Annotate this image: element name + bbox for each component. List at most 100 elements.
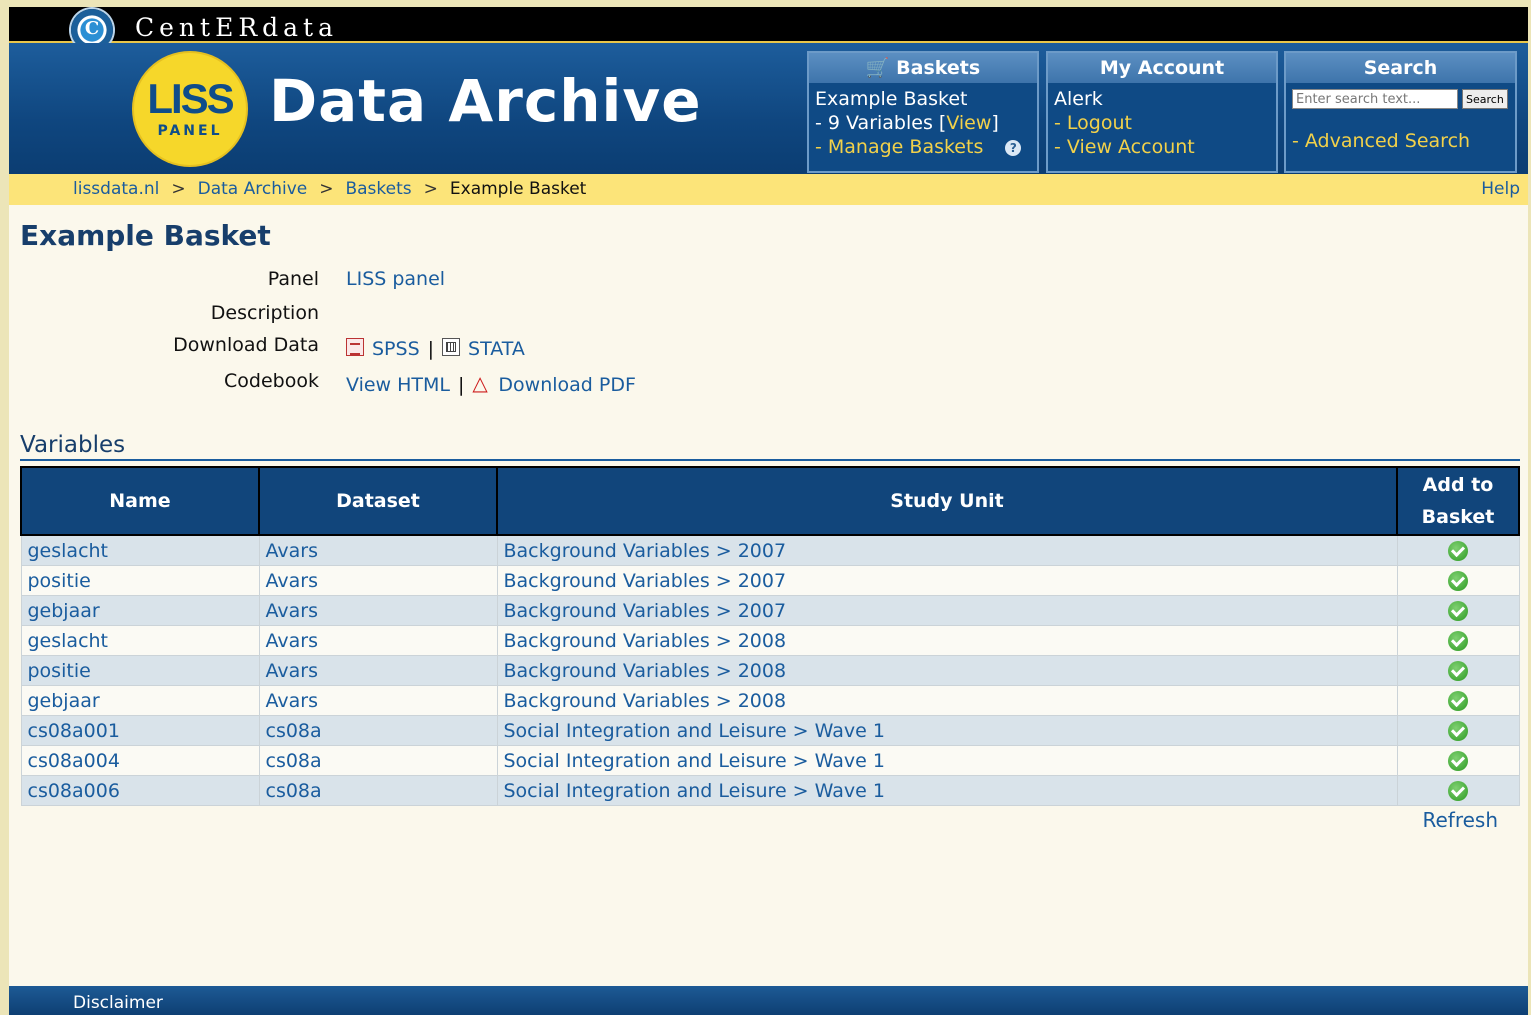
spss-file-icon[interactable] (346, 338, 364, 356)
dataset-link[interactable]: cs08a (266, 720, 322, 742)
check-icon[interactable] (1448, 571, 1468, 591)
variable-name-link[interactable]: gebjaar (28, 600, 100, 622)
view-basket-link[interactable]: View (946, 112, 991, 134)
view-account-link[interactable]: - View Account (1054, 135, 1270, 159)
table-cell: Avars (258, 685, 498, 716)
study-unit-link[interactable]: Social Integration and Leisure > Wave 1 (504, 750, 885, 772)
codebook-label: Codebook (224, 370, 319, 392)
check-icon[interactable] (1448, 751, 1468, 771)
dataset-link[interactable]: Avars (266, 660, 318, 682)
dataset-link[interactable]: cs08a (266, 780, 322, 802)
breadcrumb: lissdata.nl > Data Archive > Baskets > Example… (73, 174, 586, 205)
liss-panel-logo[interactable]: LISS PANEL (134, 53, 246, 165)
check-icon[interactable] (1448, 661, 1468, 681)
liss-logo-subtext: PANEL (157, 123, 223, 139)
study-unit-link[interactable]: Background Variables > 2007 (504, 570, 787, 592)
table-cell (1396, 715, 1520, 746)
check-icon[interactable] (1448, 541, 1468, 561)
check-icon[interactable] (1448, 631, 1468, 651)
manage-baskets-link[interactable]: - Manage Baskets (815, 136, 983, 158)
search-panel-title: Search (1286, 53, 1515, 83)
breadcrumb-current: Example Basket (449, 179, 587, 199)
codebook-links: View HTML | △ Download PDF (346, 373, 636, 396)
study-unit-link[interactable]: Social Integration and Leisure > Wave 1 (504, 720, 885, 742)
refresh-link[interactable]: Refresh (1422, 808, 1498, 832)
table-cell: cs08a004 (20, 745, 260, 776)
baskets-panel-title: Baskets (896, 57, 981, 79)
variable-name-link[interactable]: cs08a004 (28, 750, 120, 772)
centerdata-logo-letter: C (84, 18, 100, 39)
table-cell: Background Variables > 2008 (496, 625, 1398, 656)
study-unit-link[interactable]: Background Variables > 2008 (504, 690, 787, 712)
basket-icon: 🛒 (865, 57, 890, 79)
breadcrumb-baskets[interactable]: Baskets (345, 179, 411, 199)
check-icon[interactable] (1448, 721, 1468, 741)
table-cell: gebjaar (20, 595, 260, 626)
description-label: Description (210, 302, 319, 324)
page-title: Example Basket (20, 219, 271, 252)
table-row: gebjaar Avars Background Variables > 2007 (20, 595, 1520, 626)
baskets-panel-header: 🛒 Baskets (809, 53, 1037, 83)
search-button[interactable]: Search (1462, 89, 1508, 109)
check-icon[interactable] (1448, 781, 1468, 801)
download-pdf-link[interactable]: Download PDF (498, 374, 636, 396)
panel-link[interactable]: LISS panel (346, 268, 445, 290)
variable-name-link[interactable]: cs08a006 (28, 780, 120, 802)
dataset-link[interactable]: cs08a (266, 750, 322, 772)
study-unit-link[interactable]: Background Variables > 2008 (504, 660, 787, 682)
centerdata-name[interactable]: CentERdata (135, 13, 338, 42)
breadcrumb-separator: > (171, 179, 186, 199)
search-panel: Search Search - Advanced Search (1284, 51, 1517, 173)
baskets-panel: 🛒 Baskets Example Basket - 9 Variables [… (807, 51, 1039, 173)
table-row: geslacht Avars Background Variables > 2007 (20, 534, 1520, 566)
variables-table: Name Dataset Study Unit Add to Basket ge… (20, 466, 1520, 806)
dataset-link[interactable]: Avars (266, 540, 318, 562)
view-html-link[interactable]: View HTML (346, 374, 450, 396)
advanced-search-link[interactable]: - Advanced Search (1292, 129, 1509, 153)
table-cell: Social Integration and Leisure > Wave 1 (496, 715, 1398, 746)
download-spss-link[interactable]: SPSS (372, 338, 420, 360)
study-unit-link[interactable]: Background Variables > 2007 (504, 540, 787, 562)
variable-name-link[interactable]: positie (28, 570, 91, 592)
study-unit-link[interactable]: Social Integration and Leisure > Wave 1 (504, 780, 885, 802)
study-unit-link[interactable]: Background Variables > 2007 (504, 600, 787, 622)
check-icon[interactable] (1448, 691, 1468, 711)
download-stata-link[interactable]: STATA (468, 338, 525, 360)
stata-file-icon[interactable] (442, 338, 461, 356)
download-data-links: SPSS | STATA (346, 338, 525, 360)
search-input[interactable] (1292, 89, 1458, 109)
variable-name-link[interactable]: gebjaar (28, 690, 100, 712)
table-cell (1396, 534, 1520, 566)
variable-name-link[interactable]: positie (28, 660, 91, 682)
variable-name-link[interactable]: geslacht (28, 540, 109, 562)
disclaimer-link[interactable]: Disclaimer (73, 993, 163, 1013)
variable-name-link[interactable]: cs08a001 (28, 720, 120, 742)
dataset-link[interactable]: Avars (266, 630, 318, 652)
dataset-link[interactable]: Avars (266, 690, 318, 712)
variable-name-link[interactable]: geslacht (28, 630, 109, 652)
table-cell (1396, 565, 1520, 596)
pdf-icon[interactable]: △ (472, 373, 490, 393)
separator: | (458, 374, 465, 396)
basket-variables-bracket: ] (991, 112, 999, 134)
dataset-link[interactable]: Avars (266, 570, 318, 592)
table-cell (1396, 625, 1520, 656)
help-link[interactable]: Help (1481, 174, 1520, 205)
table-cell (1396, 685, 1520, 716)
study-unit-link[interactable]: Background Variables > 2008 (504, 630, 787, 652)
logout-link[interactable]: - Logout (1054, 111, 1270, 135)
check-icon[interactable] (1448, 601, 1468, 621)
my-account-panel-title: My Account (1048, 53, 1276, 83)
account-username: Alerk (1054, 88, 1103, 110)
column-header-name: Name (20, 466, 260, 536)
dataset-link[interactable]: Avars (266, 600, 318, 622)
table-cell: Avars (258, 565, 498, 596)
breadcrumb-lissdata[interactable]: lissdata.nl (73, 179, 159, 199)
table-cell: Avars (258, 534, 498, 566)
table-cell: gebjaar (20, 685, 260, 716)
help-circle-icon[interactable]: ? (1005, 139, 1022, 156)
separator: | (427, 338, 435, 360)
current-basket-name: Example Basket (815, 88, 968, 110)
table-cell: Background Variables > 2007 (496, 595, 1398, 626)
breadcrumb-data-archive[interactable]: Data Archive (198, 179, 308, 199)
